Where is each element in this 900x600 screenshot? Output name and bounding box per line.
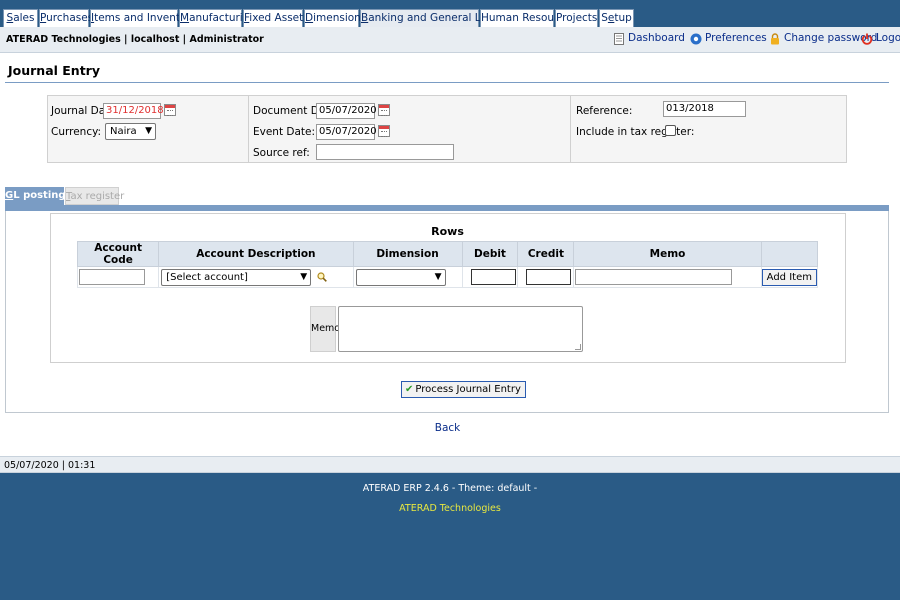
rows-title: Rows bbox=[431, 225, 464, 238]
chevron-down-icon: ▼ bbox=[434, 271, 442, 282]
calendar-icon[interactable] bbox=[378, 125, 390, 137]
dashboard-icon bbox=[614, 33, 624, 45]
tab-dimensions[interactable]: Dimensions bbox=[304, 9, 366, 27]
reference-label: Reference: bbox=[576, 105, 633, 117]
column-header: Debit bbox=[461, 241, 519, 267]
header-links: Dashboard Preferences Change password Lo… bbox=[610, 32, 900, 48]
column-divider bbox=[570, 96, 571, 162]
column-header bbox=[760, 241, 819, 267]
table-cell: Add Item bbox=[760, 266, 819, 288]
page-content: ATERAD Technologies | localhost | Admini… bbox=[0, 27, 900, 456]
table-cell bbox=[517, 266, 575, 288]
info-bar: ATERAD Technologies | localhost | Admini… bbox=[0, 27, 900, 53]
dashboard-link[interactable]: Dashboard bbox=[628, 32, 685, 44]
top-menu: Sales Purchases Items and Inventory Manu… bbox=[0, 0, 900, 27]
memo-input[interactable] bbox=[575, 269, 733, 285]
process-journal-entry-button[interactable]: ✔ Process Journal Entry bbox=[401, 381, 526, 398]
preferences-link[interactable]: Preferences bbox=[705, 32, 767, 44]
checkmark-icon: ✔ bbox=[405, 384, 414, 395]
column-header: Credit bbox=[517, 241, 575, 267]
column-header: Dimension bbox=[352, 241, 463, 267]
tab-purchases[interactable]: Purchases bbox=[39, 9, 93, 27]
company-info: ATERAD Technologies | localhost | Admini… bbox=[6, 34, 264, 45]
footer-version: ATERAD ERP 2.4.6 - Theme: default - bbox=[362, 483, 538, 494]
logout-link[interactable]: Logout bbox=[876, 32, 900, 44]
chevron-down-icon: ▼ bbox=[300, 271, 308, 282]
event-date-label: Event Date: bbox=[253, 126, 316, 138]
dimension-select[interactable]: ▼ bbox=[355, 268, 446, 286]
credit-input[interactable] bbox=[526, 269, 572, 285]
footer-company-link[interactable]: ATERAD Technologies bbox=[0, 503, 900, 514]
column-header: Account Code bbox=[76, 241, 160, 267]
tab-manufacturing[interactable]: Manufacturing bbox=[179, 9, 256, 27]
status-datetime: 05/07/2020 | 01:31 bbox=[4, 460, 96, 471]
journal-header-form: Journal Date: 31/12/2018 Currency: Naira… bbox=[47, 95, 847, 163]
memo-textarea[interactable] bbox=[338, 306, 583, 352]
page-title: Journal Entry bbox=[8, 63, 100, 78]
tab-setup[interactable]: Setup bbox=[599, 9, 634, 27]
table-cell bbox=[573, 266, 762, 288]
calendar-icon[interactable] bbox=[164, 104, 176, 116]
table-header-row: Account Code Account Description Dimensi… bbox=[76, 241, 819, 267]
tab-fixed-assets[interactable]: Fixed Assets bbox=[243, 9, 309, 27]
tab-banking-and-general-ledger[interactable]: Banking and General Ledger bbox=[360, 9, 511, 27]
power-icon bbox=[861, 33, 873, 45]
currency-select[interactable]: Naira ▼ bbox=[105, 123, 156, 140]
calendar-icon[interactable] bbox=[378, 104, 390, 116]
tax-register-checkbox[interactable] bbox=[665, 125, 676, 136]
title-divider bbox=[5, 82, 889, 83]
source-ref-label: Source ref: bbox=[253, 147, 310, 159]
resize-grip-icon[interactable] bbox=[575, 344, 581, 350]
journal-date-field[interactable]: 31/12/2018 bbox=[103, 103, 164, 119]
tax-register-label: Include in tax register: bbox=[576, 126, 695, 138]
memo-label: Memo bbox=[310, 306, 340, 352]
source-ref-field[interactable] bbox=[316, 144, 454, 160]
status-bar: 05/07/2020 | 01:31 bbox=[0, 456, 900, 473]
rows-table: Account Code Account Description Dimensi… bbox=[76, 241, 819, 288]
document-date-field[interactable]: 05/07/2020 bbox=[316, 103, 377, 119]
column-header: Account Description bbox=[158, 241, 354, 267]
debit-input[interactable] bbox=[470, 269, 516, 285]
search-icon[interactable] bbox=[317, 272, 327, 282]
column-divider bbox=[248, 96, 249, 162]
table-cell: [Select account] ▼ bbox=[158, 266, 354, 288]
preferences-icon bbox=[690, 33, 702, 45]
tab-human-resource[interactable]: Human Resource bbox=[480, 9, 570, 27]
add-item-button[interactable]: Add Item bbox=[761, 268, 817, 286]
chevron-down-icon: ▼ bbox=[145, 126, 152, 136]
account-code-input[interactable] bbox=[79, 269, 145, 285]
event-date-field[interactable]: 05/07/2020 bbox=[316, 124, 377, 140]
currency-label: Currency: bbox=[51, 126, 102, 138]
back-link[interactable]: Back bbox=[0, 422, 895, 434]
table-cell: ▼ bbox=[352, 266, 463, 288]
lock-icon bbox=[771, 33, 779, 45]
account-select[interactable]: [Select account] ▼ bbox=[161, 268, 312, 286]
tab-projects[interactable]: Projects bbox=[555, 9, 598, 27]
reference-field[interactable]: 013/2018 bbox=[663, 101, 746, 117]
tab-items-and-inventory[interactable]: Items and Inventory bbox=[90, 9, 197, 27]
tab-tax-register[interactable]: Tax register bbox=[65, 187, 124, 205]
tab-sales[interactable]: Sales bbox=[3, 9, 38, 27]
table-row: [Select account] ▼ ▼ Add Item bbox=[76, 266, 819, 288]
tab-gl-postings[interactable]: GL postings bbox=[5, 187, 72, 205]
table-cell bbox=[76, 266, 160, 288]
column-header: Memo bbox=[573, 241, 762, 267]
table-cell bbox=[461, 266, 519, 288]
